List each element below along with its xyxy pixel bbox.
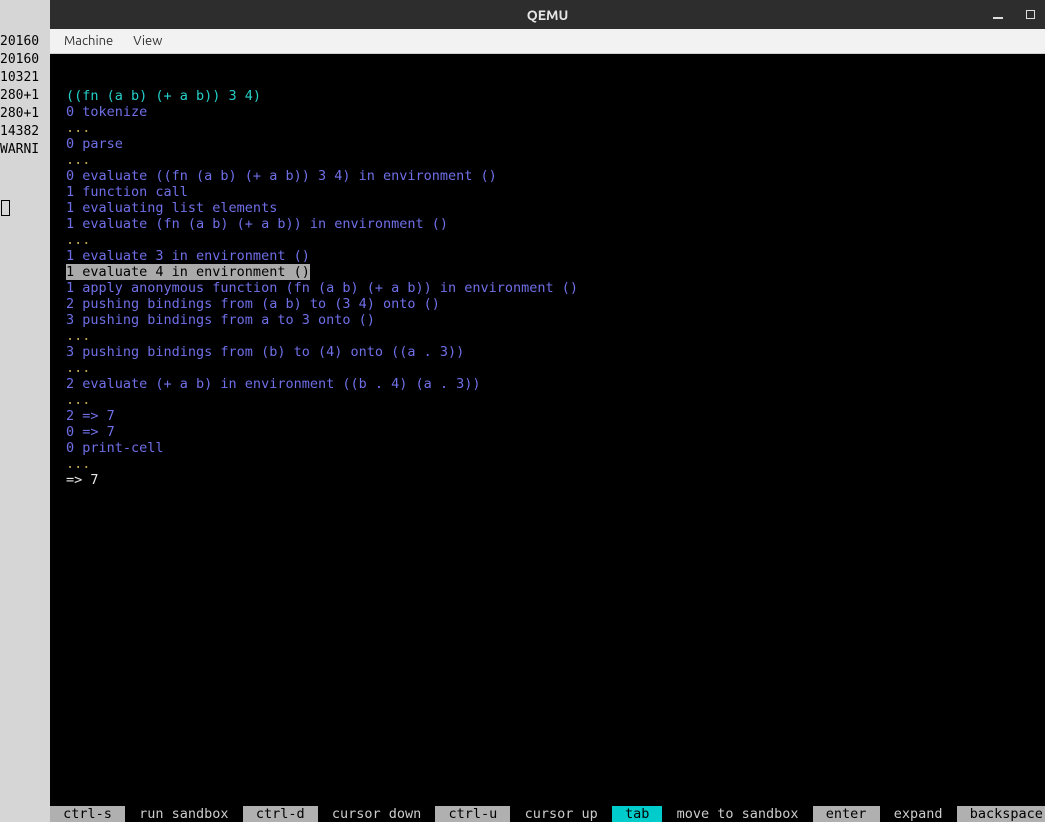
terminal-line: ...: [66, 328, 578, 344]
terminal-content: ((fn (a b) (+ a b)) 3 4)0 tokenize...0 p…: [66, 88, 578, 488]
maximize-button[interactable]: [1021, 6, 1039, 24]
terminal[interactable]: ((fn (a b) (+ a b)) 3 4)0 tokenize...0 p…: [50, 54, 1045, 822]
statusbar-key: enter: [813, 806, 880, 822]
terminal-line: 1 evaluating list elements: [66, 200, 578, 216]
titlebar: QEMU: [50, 0, 1045, 29]
minimize-icon: [993, 17, 1003, 19]
terminal-line: 2 evaluate (+ a b) in environment ((b . …: [66, 376, 578, 392]
terminal-line: 1 function call: [66, 184, 578, 200]
desktop: 20160 20160 10321 280+1 280+1 14382 WARN…: [0, 0, 1045, 822]
statusbar-key: ctrl-d: [243, 806, 318, 822]
window-title: QEMU: [527, 7, 569, 23]
statusbar-desc: cursor up: [510, 806, 611, 822]
terminal-line: 0 => 7: [66, 424, 578, 440]
statusbar-desc: run sandbox: [125, 806, 243, 822]
menubar: Machine View: [50, 29, 1045, 54]
statusbar-key: ctrl-u: [435, 806, 510, 822]
statusbar-desc: expand: [880, 806, 957, 822]
menu-view[interactable]: View: [123, 32, 172, 50]
terminal-line: 1 apply anonymous function (fn (a b) (+ …: [66, 280, 578, 296]
terminal-line: => 7: [66, 472, 578, 488]
terminal-line: 0 tokenize: [66, 104, 578, 120]
terminal-line: 3 pushing bindings from a to 3 onto (): [66, 312, 578, 328]
terminal-line: ...: [66, 232, 578, 248]
window-controls: [989, 0, 1039, 29]
statusbar: ctrl-s run sandbox ctrl-d cursor down ct…: [50, 806, 1045, 822]
statusbar-key: ctrl-s: [50, 806, 125, 822]
statusbar-key: backspace: [957, 806, 1045, 822]
terminal-line: 1 evaluate 4 in environment (): [66, 264, 578, 280]
terminal-line: ((fn (a b) (+ a b)) 3 4): [66, 88, 578, 104]
statusbar-desc: move to sandbox: [662, 806, 812, 822]
terminal-highlighted-line: 1 evaluate 4 in environment (): [66, 264, 310, 280]
terminal-line: 1 evaluate (fn (a b) (+ a b)) in environ…: [66, 216, 578, 232]
qemu-window: QEMU Machine View ((fn (a b) (+ a b)) 3 …: [50, 0, 1045, 822]
maximize-icon: [1026, 10, 1035, 19]
terminal-line: ...: [66, 360, 578, 376]
statusbar-desc: cursor down: [318, 806, 436, 822]
terminal-line: 1 evaluate 3 in environment (): [66, 248, 578, 264]
menu-machine[interactable]: Machine: [54, 32, 123, 50]
terminal-line: 2 => 7: [66, 408, 578, 424]
minimize-button[interactable]: [989, 6, 1007, 24]
terminal-line: 0 evaluate ((fn (a b) (+ a b)) 3 4) in e…: [66, 168, 578, 184]
terminal-line: ...: [66, 120, 578, 136]
terminal-line: ...: [66, 392, 578, 408]
terminal-line: ...: [66, 456, 578, 472]
statusbar-key: tab: [612, 806, 663, 822]
terminal-line: 3 pushing bindings from (b) to (4) onto …: [66, 344, 578, 360]
terminal-line: 0 print-cell: [66, 440, 578, 456]
background-cursor: [1, 200, 10, 216]
background-terminal-text: 20160 20160 10321 280+1 280+1 14382 WARN…: [0, 33, 39, 159]
terminal-line: ...: [66, 152, 578, 168]
terminal-line: 2 pushing bindings from (a b) to (3 4) o…: [66, 296, 578, 312]
terminal-line: 0 parse: [66, 136, 578, 152]
